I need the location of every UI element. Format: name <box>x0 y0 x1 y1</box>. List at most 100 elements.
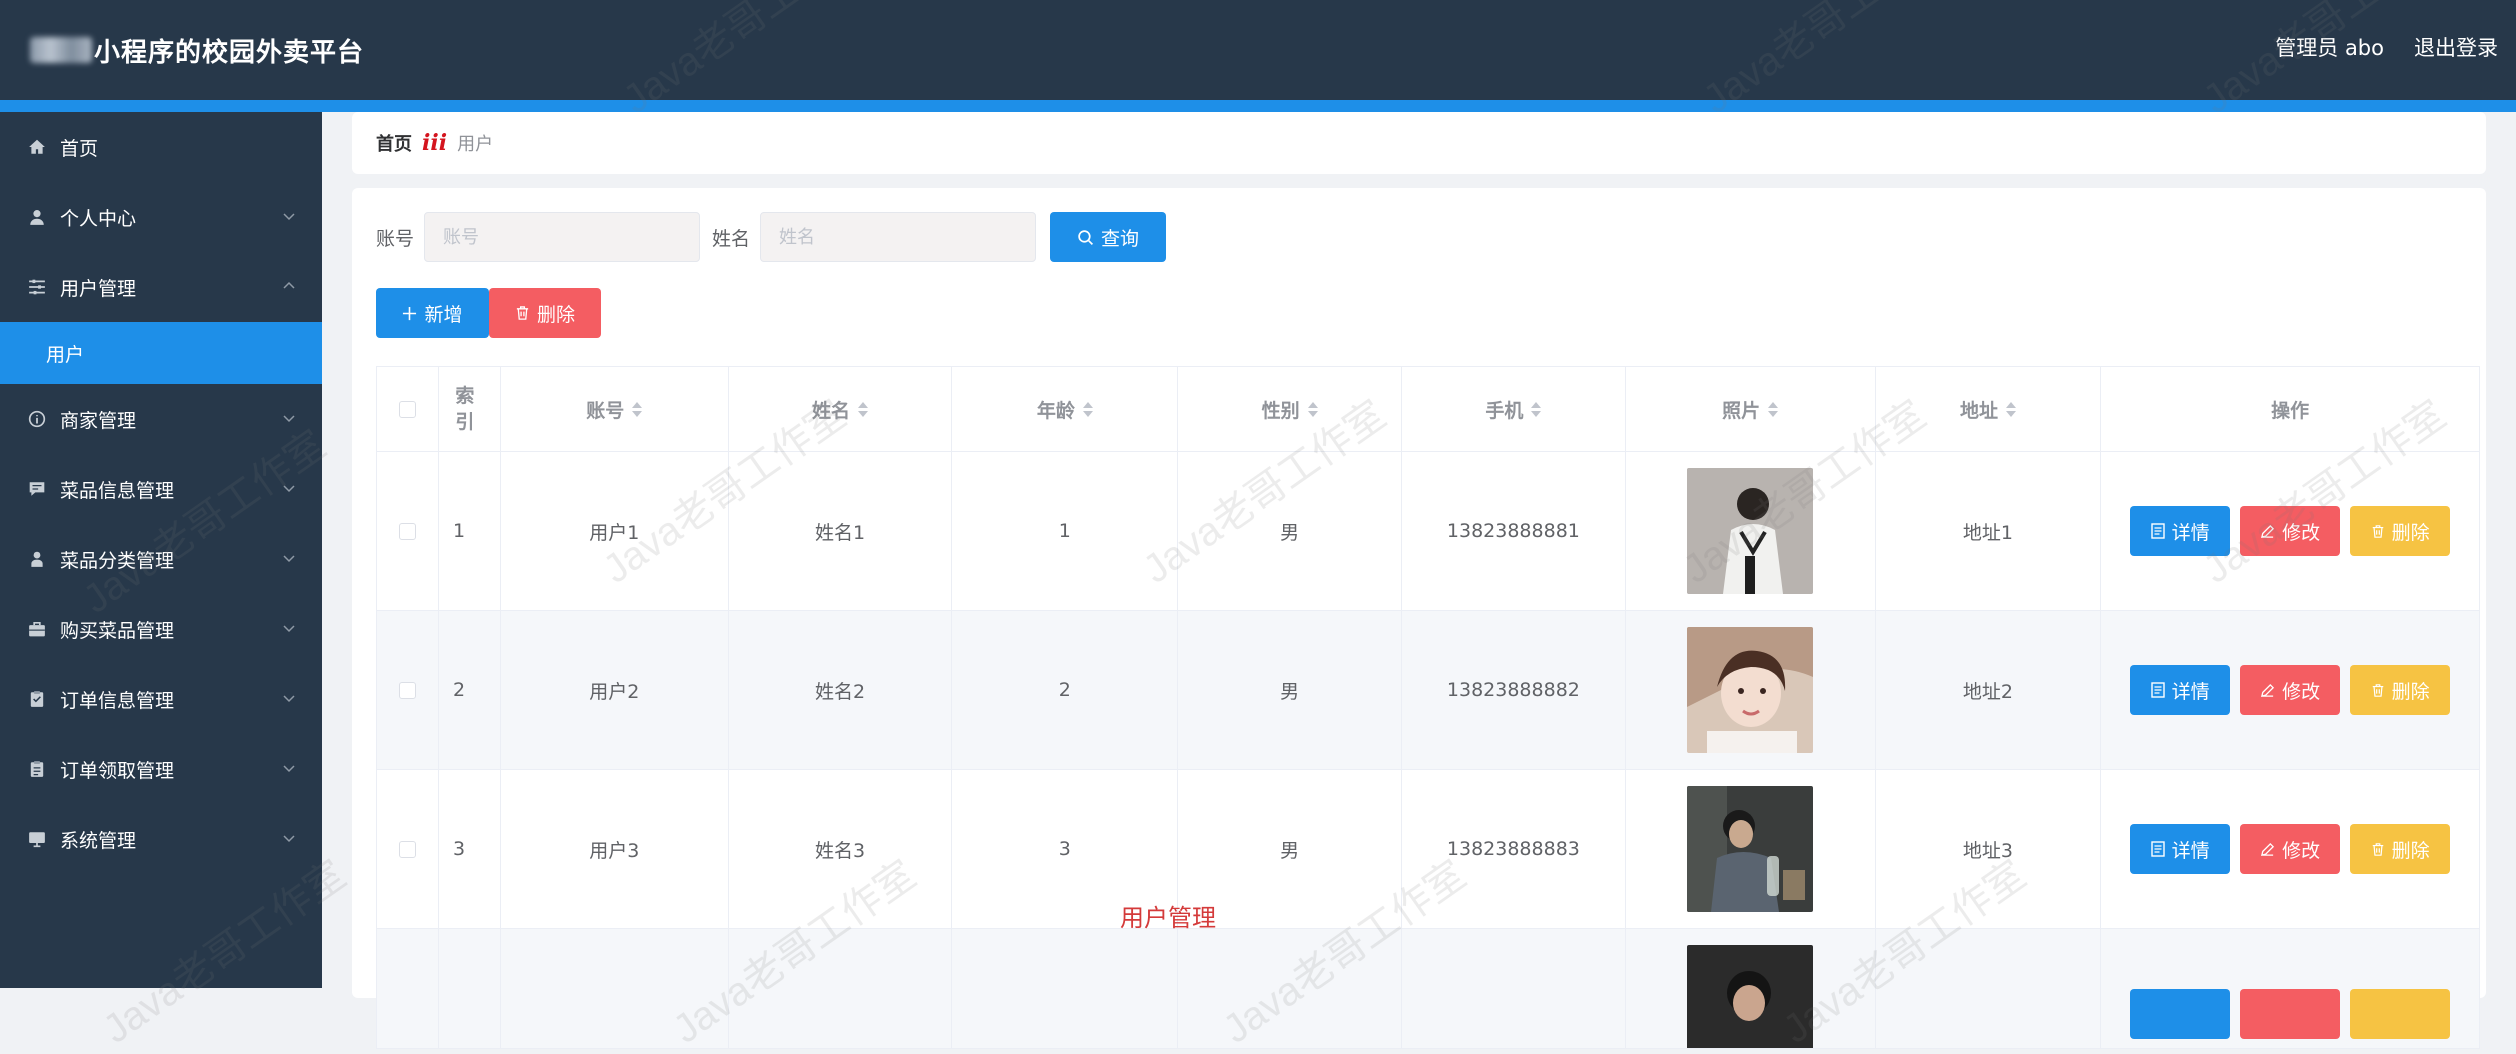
sort-icon[interactable] <box>1307 401 1318 417</box>
cell-address: 地址2 <box>1875 611 2102 769</box>
cell-gender: 男 <box>1178 452 1403 610</box>
sort-icon[interactable] <box>858 401 869 417</box>
section-caption: 用户管理 <box>1120 904 1216 932</box>
table-row: 1 用户1 姓名1 1 男 13823888881 地址1 详情 修改 删除 <box>377 452 2479 611</box>
document-icon <box>2150 841 2165 857</box>
main-area: 首页 ⅲ 用户 账号 姓名 查询 新增 删除 索引 账号 <box>322 112 2516 1049</box>
account-label: 账号 <box>376 227 415 250</box>
header-phone[interactable]: 手机 <box>1402 367 1626 451</box>
header-operations: 操作 <box>2271 399 2310 422</box>
user-area: 管理员 abo 退出登录 <box>2275 32 2498 62</box>
select-all-cell <box>377 367 439 451</box>
row-checkbox[interactable] <box>398 840 416 858</box>
name-label: 姓名 <box>712 227 751 250</box>
sort-icon[interactable] <box>1082 401 1093 417</box>
sort-icon[interactable] <box>1768 401 1779 417</box>
detail-button[interactable] <box>2130 989 2231 1039</box>
cell-operations: 详情 修改 删除 <box>2101 770 2479 928</box>
edit-button[interactable] <box>2240 989 2341 1039</box>
chevron-down-icon <box>283 415 295 423</box>
cell-name: 姓名3 <box>729 770 953 928</box>
logout-link[interactable]: 退出登录 <box>2414 32 2498 62</box>
detail-button[interactable]: 详情 <box>2130 506 2231 556</box>
table-row-partial <box>377 929 2479 1049</box>
edit-button[interactable]: 修改 <box>2240 824 2341 874</box>
breadcrumb-current: 用户 <box>457 134 494 155</box>
row-select-cell <box>377 452 439 610</box>
pencil-icon <box>2261 524 2275 538</box>
sidebar-item-user-management[interactable]: 用户管理 <box>0 252 322 322</box>
row-select-cell <box>377 929 439 1048</box>
name-search-input[interactable] <box>760 212 1037 262</box>
cell-index: 1 <box>439 452 501 610</box>
sidebar-item-label: 订单领取管理 <box>60 759 175 782</box>
delete-button[interactable]: 删除 <box>2350 824 2451 874</box>
delete-button[interactable]: 删除 <box>2350 665 2451 715</box>
breadcrumb-home[interactable]: 首页 <box>376 130 412 156</box>
cell-photo <box>1625 929 1876 1048</box>
chevron-down-icon <box>283 485 295 493</box>
chevron-down-icon <box>283 555 295 563</box>
sort-icon[interactable] <box>632 401 643 417</box>
search-bar: 账号 姓名 查询 <box>376 212 1167 262</box>
delete-button[interactable] <box>2350 989 2451 1039</box>
cell-photo <box>1626 452 1876 610</box>
chevron-down-icon <box>283 835 295 843</box>
table-row: 3 用户3 姓名3 3 男 13823888883 地址3 详情 修改 删除 <box>377 770 2479 929</box>
cell-gender <box>1178 929 1403 1048</box>
cell-address: 地址3 <box>1876 770 2102 928</box>
sort-icon[interactable] <box>1531 401 1542 417</box>
sidebar-item-home[interactable]: 首页 <box>0 112 322 182</box>
app-title: 小程序的校园外卖平台 <box>94 37 365 68</box>
header-photo[interactable]: 照片 <box>1626 367 1876 451</box>
sort-icon[interactable] <box>2005 401 2016 417</box>
row-checkbox[interactable] <box>398 522 416 540</box>
delete-button[interactable]: 删除 <box>2350 506 2451 556</box>
briefcase-icon <box>26 618 48 640</box>
cell-address <box>1875 929 2102 1048</box>
header-account[interactable]: 账号 <box>501 367 729 451</box>
add-button[interactable]: 新增 <box>376 288 489 338</box>
sidebar-item-order-info[interactable]: 订单信息管理 <box>0 664 322 734</box>
header-name[interactable]: 姓名 <box>729 367 953 451</box>
brand-logo-blurred <box>30 37 92 63</box>
row-checkbox[interactable] <box>398 681 416 699</box>
sidebar-subitem-user[interactable]: 用户 <box>0 322 322 384</box>
cell-age <box>952 929 1179 1048</box>
header-address[interactable]: 地址 <box>1876 367 2102 451</box>
user-icon <box>26 206 48 228</box>
sidebar-item-dish-info[interactable]: 菜品信息管理 <box>0 454 322 524</box>
user-photo <box>1687 786 1814 912</box>
sidebar-item-label: 订单信息管理 <box>60 689 175 712</box>
home-icon <box>26 136 48 158</box>
detail-button[interactable]: 详情 <box>2130 824 2231 874</box>
account-search-input[interactable] <box>424 212 701 262</box>
sidebar-item-order-pickup[interactable]: 订单领取管理 <box>0 734 322 804</box>
cell-index <box>438 929 501 1048</box>
sidebar-item-label: 菜品分类管理 <box>60 549 175 572</box>
header-index: 索引 <box>439 367 501 451</box>
header-gender[interactable]: 性别 <box>1178 367 1403 451</box>
edit-button[interactable]: 修改 <box>2240 506 2341 556</box>
row-select-cell <box>377 611 439 769</box>
sidebar-item-profile[interactable]: 个人中心 <box>0 182 322 252</box>
sidebar-item-system[interactable]: 系统管理 <box>0 804 322 874</box>
header-age[interactable]: 年龄 <box>952 367 1179 451</box>
batch-delete-button[interactable]: 删除 <box>489 288 601 338</box>
cell-photo <box>1625 611 1876 769</box>
detail-button[interactable]: 详情 <box>2130 665 2231 715</box>
sidebar-item-purchase-dish[interactable]: 购买菜品管理 <box>0 594 322 664</box>
edit-button[interactable]: 修改 <box>2240 665 2341 715</box>
top-header: 小程序的校园外卖平台 管理员 abo 退出登录 <box>0 0 2516 100</box>
breadcrumb: 首页 ⅲ 用户 <box>352 112 2486 174</box>
user-photo <box>1687 945 1814 1048</box>
sidebar-item-label: 个人中心 <box>60 207 137 230</box>
select-all-checkbox[interactable] <box>398 400 416 418</box>
sidebar-item-label: 首页 <box>60 137 99 160</box>
sidebar-item-dish-category[interactable]: 菜品分类管理 <box>0 524 322 594</box>
add-button-label: 新增 <box>424 303 463 326</box>
sidebar-item-merchant-management[interactable]: 商家管理 <box>0 384 322 454</box>
clipboard-list-icon <box>26 758 48 780</box>
cell-account: 用户2 <box>500 611 729 769</box>
query-button[interactable]: 查询 <box>1050 212 1167 262</box>
